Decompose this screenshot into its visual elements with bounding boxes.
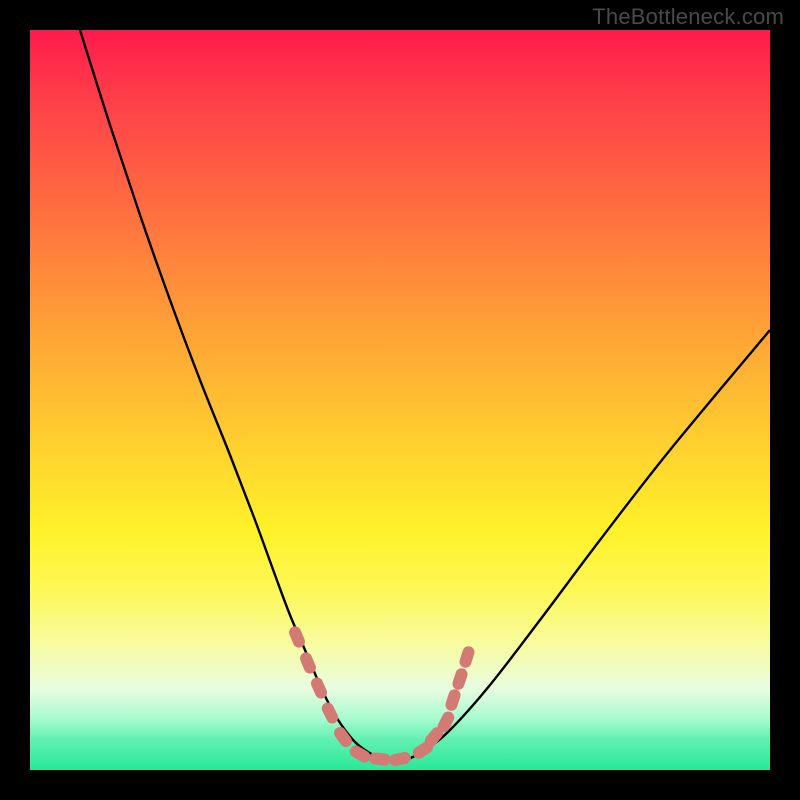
watermark-text: TheBottleneck.com — [592, 4, 784, 30]
highlight-dash — [320, 700, 340, 725]
highlight-dash — [388, 751, 412, 767]
bottleneck-curve-path — [80, 30, 770, 761]
highlight-dash — [368, 752, 391, 767]
highlight-dash-group — [287, 625, 476, 768]
highlight-dash — [458, 645, 476, 670]
chart-plot-area — [30, 30, 770, 770]
highlight-dash — [444, 688, 462, 713]
highlight-dash — [451, 667, 469, 692]
chart-overlay-svg — [30, 30, 770, 770]
